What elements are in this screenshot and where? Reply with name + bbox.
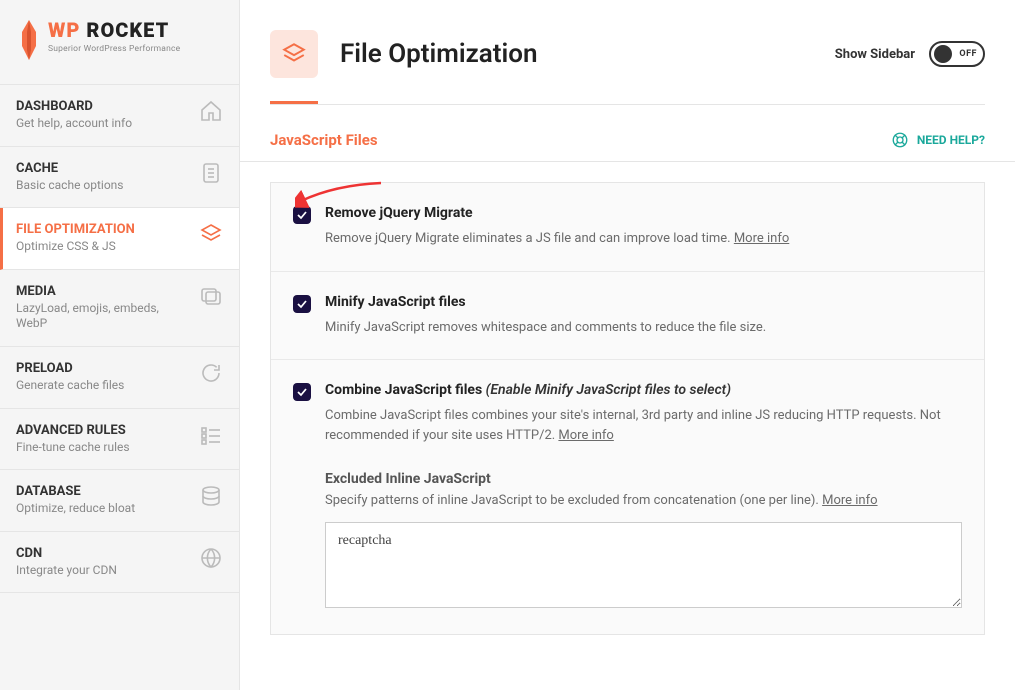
section-title: JavaScript Files xyxy=(270,131,378,149)
check-icon xyxy=(296,209,308,221)
nav-title: FILE OPTIMIZATION xyxy=(16,222,135,237)
option-minify-js: Minify JavaScript files Minify JavaScrip… xyxy=(271,272,984,361)
more-info-link[interactable]: More info xyxy=(734,231,789,246)
sidebar-item-preload[interactable]: PRELOAD Generate cache files xyxy=(0,347,239,409)
nav-title: PRELOAD xyxy=(16,361,124,376)
lifebuoy-icon xyxy=(891,131,909,149)
list-icon xyxy=(199,423,223,447)
option-title: Combine JavaScript files (Enable Minify … xyxy=(325,382,962,398)
sidebar-item-database[interactable]: DATABASE Optimize, reduce bloat xyxy=(0,470,239,532)
layers-icon xyxy=(199,222,223,246)
option-desc: Combine JavaScript files combines your s… xyxy=(325,406,962,445)
excluded-title: Excluded Inline JavaScript xyxy=(325,471,962,487)
check-icon xyxy=(296,386,308,398)
sidebar: WP ROCKET Superior WordPress Performance… xyxy=(0,0,240,690)
images-icon xyxy=(199,284,223,308)
database-icon xyxy=(199,484,223,508)
option-hint: (Enable Minify JavaScript files to selec… xyxy=(486,382,731,398)
nav-title: ADVANCED RULES xyxy=(16,423,130,438)
nav-sub: Generate cache files xyxy=(16,378,124,394)
page-header: File Optimization Show Sidebar OFF xyxy=(240,0,1015,78)
file-optimization-icon xyxy=(270,30,318,78)
checkbox-minify-js[interactable] xyxy=(293,295,311,313)
help-text: NEED HELP? xyxy=(917,133,985,147)
nav-sub: Basic cache options xyxy=(16,178,124,194)
refresh-icon xyxy=(199,361,223,385)
logo-rocket: ROCKET xyxy=(80,18,169,42)
more-info-link[interactable]: More info xyxy=(558,428,613,443)
options-panel: Remove jQuery Migrate Remove jQuery Migr… xyxy=(270,182,985,635)
sidebar-item-advanced-rules[interactable]: ADVANCED RULES Fine-tune cache rules xyxy=(0,409,239,471)
page-title: File Optimization xyxy=(340,39,537,69)
nav-sub: Get help, account info xyxy=(16,116,132,132)
excluded-inline-js-textarea[interactable] xyxy=(325,522,962,608)
nav-sub: Optimize, reduce bloat xyxy=(16,501,135,517)
nav-sub: Integrate your CDN xyxy=(16,563,117,579)
home-icon xyxy=(199,99,223,123)
logo: WP ROCKET Superior WordPress Performance xyxy=(0,0,239,85)
option-desc: Remove jQuery Migrate eliminates a JS fi… xyxy=(325,229,962,249)
option-title: Remove jQuery Migrate xyxy=(325,205,962,221)
sidebar-item-cdn[interactable]: CDN Integrate your CDN xyxy=(0,532,239,594)
toggle-knob xyxy=(934,45,952,63)
option-combine-js: Combine JavaScript files (Enable Minify … xyxy=(271,360,984,634)
main-content: File Optimization Show Sidebar OFF JavaS… xyxy=(240,0,1015,690)
nav-title: DATABASE xyxy=(16,484,135,499)
more-info-link[interactable]: More info xyxy=(822,493,877,508)
sidebar-item-file-optimization[interactable]: FILE OPTIMIZATION Optimize CSS & JS xyxy=(0,208,239,270)
nav: DASHBOARD Get help, account info CACHE Bas… xyxy=(0,85,239,690)
nav-title: CACHE xyxy=(16,161,124,176)
nav-title: DASHBOARD xyxy=(16,99,132,114)
option-desc: Minify JavaScript removes whitespace and… xyxy=(325,318,962,338)
option-remove-jquery-migrate: Remove jQuery Migrate Remove jQuery Migr… xyxy=(271,183,984,272)
show-sidebar-toggle[interactable]: OFF xyxy=(929,41,985,67)
show-sidebar-label: Show Sidebar xyxy=(835,47,915,62)
option-title: Minify JavaScript files xyxy=(325,294,962,310)
nav-title: CDN xyxy=(16,546,117,561)
toggle-state: OFF xyxy=(959,49,977,59)
document-icon xyxy=(199,161,223,185)
globe-icon xyxy=(199,546,223,570)
sidebar-item-media[interactable]: MEDIA LazyLoad, emojis, embeds, WebP xyxy=(0,270,239,347)
checkbox-remove-jquery-migrate[interactable] xyxy=(293,206,311,224)
help-link[interactable]: NEED HELP? xyxy=(891,131,985,149)
rocket-logo-icon xyxy=(16,20,42,60)
logo-tagline: Superior WordPress Performance xyxy=(48,44,180,54)
excluded-inline-js-block: Excluded Inline JavaScript Specify patte… xyxy=(325,471,962,612)
checkbox-combine-js[interactable] xyxy=(293,383,311,401)
check-icon xyxy=(296,298,308,310)
nav-sub: LazyLoad, emojis, embeds, WebP xyxy=(16,301,176,332)
section-header: JavaScript Files NEED HELP? xyxy=(240,105,1015,162)
nav-title: MEDIA xyxy=(16,284,176,299)
excluded-desc: Specify patterns of inline JavaScript to… xyxy=(325,493,962,508)
sidebar-item-dashboard[interactable]: DASHBOARD Get help, account info xyxy=(0,85,239,147)
sidebar-item-cache[interactable]: CACHE Basic cache options xyxy=(0,147,239,209)
nav-sub: Optimize CSS & JS xyxy=(16,239,135,255)
nav-sub: Fine-tune cache rules xyxy=(16,440,130,456)
logo-wp: WP xyxy=(48,18,80,42)
